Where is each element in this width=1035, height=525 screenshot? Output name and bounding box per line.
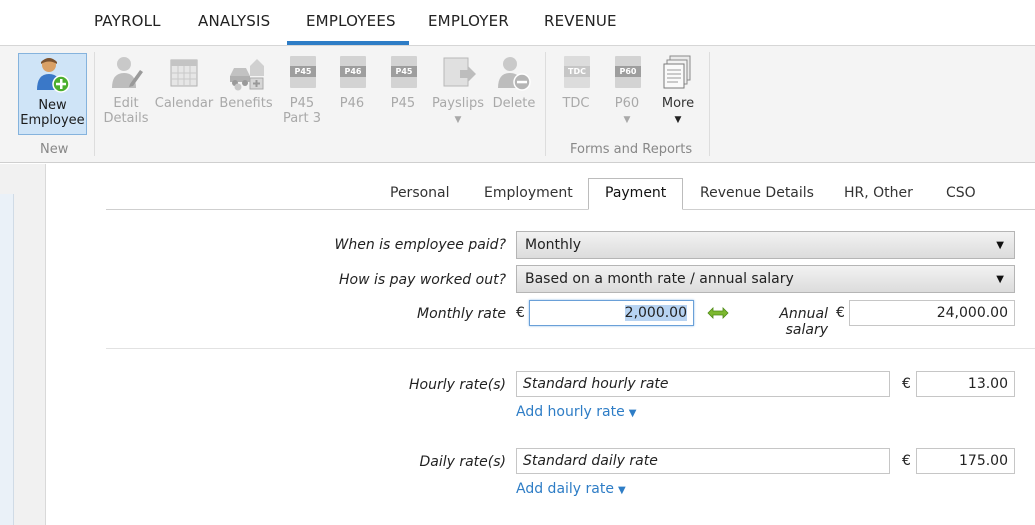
p45-document-icon: P45 <box>284 54 320 92</box>
hourly-rates-label: Hourly rate(s) <box>408 377 506 393</box>
top-menu: PAYROLL ANALYSIS EMPLOYEES EMPLOYER REVE… <box>0 0 1035 46</box>
monthly-rate-label: Monthly rate <box>417 306 506 322</box>
annual-salary-input[interactable]: 24,000.00 <box>849 300 1015 326</box>
add-daily-rate-label: Add daily rate <box>516 481 614 497</box>
documents-stack-icon <box>660 54 696 92</box>
tab-hr-other[interactable]: HR, Other <box>844 185 913 201</box>
benefits-label: Benefits <box>219 96 273 111</box>
payslips-label: Payslips <box>432 96 484 111</box>
menu-employees[interactable]: EMPLOYEES <box>306 12 396 30</box>
menu-revenue[interactable]: REVENUE <box>544 12 617 30</box>
pay-frequency-select[interactable]: Monthly ▼ <box>516 231 1015 259</box>
p60-label: P60 <box>614 96 640 111</box>
daily-rate-amount-input[interactable]: 175.00 <box>916 448 1015 474</box>
daily-rates-label: Daily rate(s) <box>419 454 506 470</box>
edit-person-icon <box>108 54 144 92</box>
pay-basis-select[interactable]: Based on a month rate / annual salary ▼ <box>516 265 1015 293</box>
annual-currency-symbol: € <box>836 305 845 321</box>
tdc-badge: TDC <box>564 66 590 77</box>
tdc-label: TDC <box>562 96 590 111</box>
hourly-rate-name-input[interactable]: Standard hourly rate <box>516 371 890 397</box>
p46-badge: P46 <box>340 66 366 77</box>
p45-badge: P45 <box>391 66 417 77</box>
tab-revenue-details[interactable]: Revenue Details <box>700 185 814 201</box>
add-daily-rate-link[interactable]: Add daily rate ▼ <box>516 481 626 497</box>
group-label-forms-reports: Forms and Reports <box>570 142 693 157</box>
menu-analysis[interactable]: ANALYSIS <box>198 12 270 30</box>
hourly-currency-symbol: € <box>902 376 911 392</box>
more-button[interactable]: More ▼ <box>648 54 708 128</box>
tab-cso[interactable]: CSO <box>946 185 976 201</box>
tdc-document-icon: TDC <box>558 54 594 92</box>
p45-document-icon: P45 <box>385 54 421 92</box>
menu-payroll[interactable]: PAYROLL <box>94 12 161 30</box>
employee-tabs: Personal Employment Payment Revenue Deta… <box>46 164 1035 210</box>
add-hourly-rate-link[interactable]: Add hourly rate ▼ <box>516 404 636 420</box>
left-panel-list <box>0 194 14 525</box>
calendar-button[interactable]: Calendar <box>154 54 214 111</box>
calendar-icon <box>166 54 202 92</box>
more-label: More <box>661 96 695 111</box>
hourly-rate-amount-input[interactable]: 13.00 <box>916 371 1015 397</box>
p46-label: P46 <box>339 96 365 111</box>
p45-button[interactable]: P45 P45 <box>373 54 433 111</box>
chevron-down-icon: ▼ <box>996 240 1004 251</box>
p46-document-icon: P46 <box>334 54 370 92</box>
chevron-down-icon: ▼ <box>628 408 637 419</box>
p45-label: P45 <box>390 96 416 111</box>
payslips-dropdown-icon: ▼ <box>454 115 462 125</box>
annual-salary-value: 24,000.00 <box>936 305 1008 321</box>
group-label-new: New <box>40 142 69 157</box>
edit-details-label: Edit Details <box>103 96 149 126</box>
chevron-down-icon: ▼ <box>617 485 626 496</box>
section-divider <box>106 348 1035 349</box>
ribbon-separator <box>709 52 710 156</box>
monthly-rate-value: 2,000.00 <box>624 305 687 321</box>
payslips-button[interactable]: Payslips ▼ <box>428 54 488 128</box>
delete-button[interactable]: Delete <box>484 54 544 111</box>
new-employee-button[interactable]: New Employee <box>18 53 87 135</box>
monthly-rate-input[interactable]: 2,000.00 <box>529 300 694 326</box>
tabs-baseline <box>106 209 1035 210</box>
pay-basis-value: Based on a month rate / annual salary <box>525 271 794 287</box>
add-person-icon <box>35 56 71 94</box>
delete-person-icon <box>496 54 532 92</box>
ribbon-toolbar: New Employee New Edit Details Calendar B… <box>0 46 1035 163</box>
add-hourly-rate-label: Add hourly rate <box>516 404 625 420</box>
more-dropdown-icon: ▼ <box>674 115 682 125</box>
payslips-icon <box>440 54 476 92</box>
benefits-button[interactable]: Benefits <box>216 54 276 111</box>
left-panel <box>0 164 46 525</box>
monthly-currency-symbol: € <box>516 305 525 321</box>
tab-payment[interactable]: Payment <box>588 178 684 210</box>
hourly-rate-amount-value: 13.00 <box>967 376 1008 392</box>
p60-document-icon: P60 <box>609 54 645 92</box>
new-employee-label: New Employee <box>20 98 85 128</box>
edit-details-button[interactable]: Edit Details <box>96 54 156 126</box>
menu-employer[interactable]: EMPLOYER <box>428 12 509 30</box>
swap-arrows-icon <box>707 307 729 319</box>
hourly-rate-name-value: Standard hourly rate <box>523 376 669 392</box>
calendar-label: Calendar <box>154 96 214 111</box>
daily-rate-name-value: Standard daily rate <box>523 453 658 469</box>
p60-badge: P60 <box>615 66 641 77</box>
daily-currency-symbol: € <box>902 453 911 469</box>
ribbon-separator <box>94 52 95 156</box>
chevron-down-icon: ▼ <box>996 274 1004 285</box>
delete-label: Delete <box>492 96 536 111</box>
tab-personal[interactable]: Personal <box>390 185 450 201</box>
tab-employment[interactable]: Employment <box>484 185 573 201</box>
daily-rate-amount-value: 175.00 <box>959 453 1008 469</box>
when-paid-label: When is employee paid? <box>334 237 506 253</box>
pay-frequency-value: Monthly <box>525 237 582 253</box>
daily-rate-name-input[interactable]: Standard daily rate <box>516 448 890 474</box>
p45-badge: P45 <box>290 66 316 77</box>
benefits-icon <box>228 54 264 92</box>
annual-salary-label: Annual salary <box>779 306 828 338</box>
active-menu-indicator <box>287 41 409 45</box>
how-worked-label: How is pay worked out? <box>338 272 506 288</box>
